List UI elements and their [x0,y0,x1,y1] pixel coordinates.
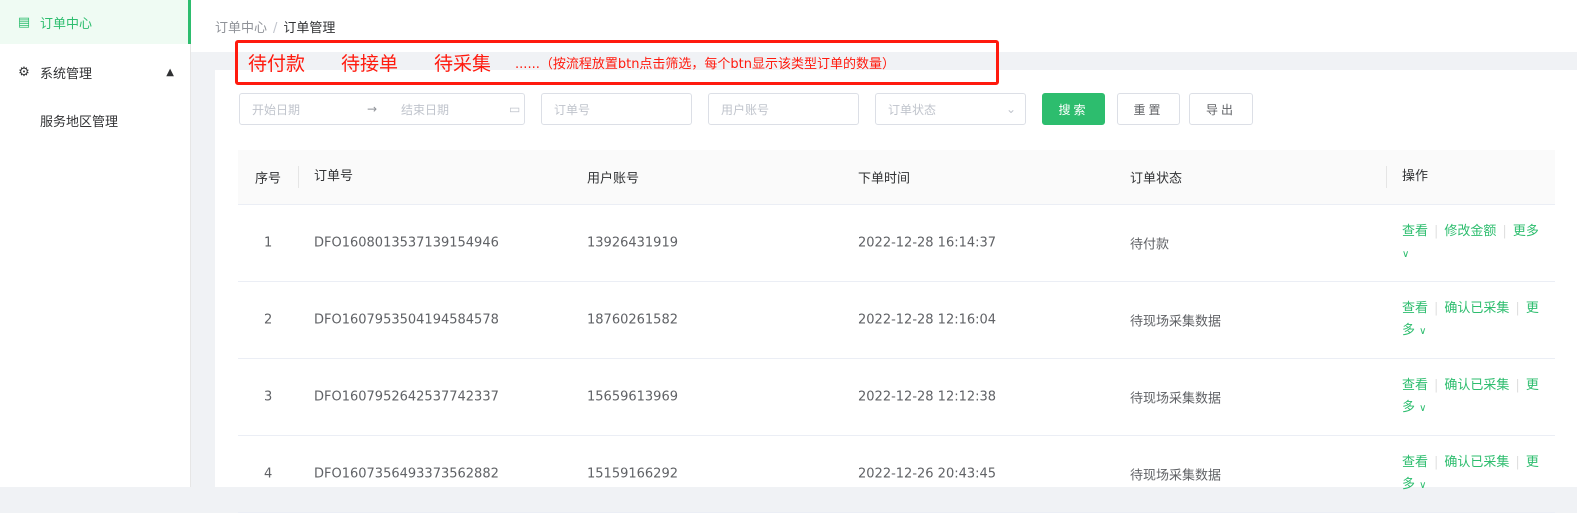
cell-account: 15659613969 [587,389,678,405]
end-date-input[interactable]: 结束日期 [401,101,509,118]
annotation-note: ......（按流程放置btn点击筛选，每个btn显示该类型订单的数量） [515,57,896,72]
confirm-collected-link[interactable]: 确认已采集 [1444,455,1509,470]
row-actions: 查看 | 确认已采集 | 更多 ∨ [1402,452,1542,497]
view-link[interactable]: 查看 [1402,301,1428,316]
order-no-input[interactable]: 订单号 [541,93,692,125]
sidebar-item-label: 系统管理 [40,66,93,82]
export-button[interactable]: 导出 [1189,93,1253,125]
sidebar-item-label: 服务地区管理 [40,114,119,130]
sidebar-item-service-region[interactable]: 服务地区管理 [0,98,190,142]
cell-order-no: DFO1607953504194584578 [314,312,499,328]
chevron-down-icon: ∨ [1419,480,1427,491]
calendar-icon: ▭ [509,102,521,116]
view-link[interactable]: 查看 [1402,455,1428,470]
confirm-collected-link[interactable]: 确认已采集 [1444,378,1509,393]
breadcrumb-item[interactable]: 订单中心 [215,21,267,36]
view-link[interactable]: 查看 [1402,378,1428,393]
header-status: 订单状态 [1130,171,1183,187]
annotation-pending-payment: 待付款 [248,53,306,75]
divider: | [1515,455,1520,470]
cell-index: 4 [264,466,273,482]
cell-index: 1 [264,235,273,251]
cell-time: 2022-12-28 16:14:37 [858,235,997,251]
cell-account: 13926431919 [587,235,678,251]
chevron-down-icon: ∨ [1419,326,1427,337]
divider: | [1434,224,1439,239]
cell-status: 待付款 [1130,237,1170,253]
table-row: 4 DFO1607356493373562882 15159166292 202… [238,436,1555,513]
divider: | [1515,301,1520,316]
row-actions: 查看 | 确认已采集 | 更多 ∨ [1402,298,1542,343]
chevron-down-icon: ∨ [1402,249,1410,260]
cell-status: 待现场采集数据 [1130,314,1222,330]
cell-account: 15159166292 [587,466,678,482]
row-actions: 查看 | 修改金额 | 更多 ∨ [1402,221,1542,266]
divider: | [1434,301,1439,316]
cell-order-no: DFO1607952642537742337 [314,389,499,405]
cell-time: 2022-12-28 12:12:38 [858,389,997,405]
annotation-box: 待付款 待接单 待采集 ......（按流程放置btn点击筛选，每个btn显示该… [235,40,999,85]
cell-time: 2022-12-28 12:16:04 [858,312,997,328]
divider: | [1502,224,1507,239]
arrow-right-icon: → [367,102,378,116]
search-button[interactable]: 搜索 [1042,93,1105,125]
reset-button[interactable]: 重置 [1117,93,1180,125]
sidebar-item-system[interactable]: ⚙ 系统管理 ▲ [0,50,190,94]
chevron-up-icon: ▲ [166,66,174,78]
annotation-pending-accept: 待接单 [341,53,399,75]
table-row: 1 DFO1608013537139154946 13926431919 202… [238,205,1555,282]
chevron-down-icon: ⌄ [1006,102,1017,116]
divider: | [1434,455,1439,470]
date-range-picker[interactable]: 开始日期 → 结束日期 ▭ [239,93,525,125]
table-row: 2 DFO1607953504194584578 18760261582 202… [238,282,1555,359]
confirm-collected-link[interactable]: 确认已采集 [1444,301,1509,316]
header-time: 下单时间 [858,171,911,187]
header-account: 用户账号 [587,171,640,187]
cell-status: 待现场采集数据 [1130,468,1222,484]
order-status-select[interactable]: 订单状态 ⌄ [875,93,1026,125]
divider: | [1515,378,1520,393]
header-index: 序号 [255,171,282,187]
cell-account: 18760261582 [587,312,678,328]
cell-status: 待现场采集数据 [1130,391,1222,407]
user-account-input[interactable]: 用户账号 [708,93,859,125]
orders-table: 序号 订单号 用户账号 下单时间 订单状态 操作 1 DFO1608013537… [238,150,1555,513]
cell-order-no: DFO1608013537139154946 [314,235,499,251]
sidebar: ▤ 订单中心 ⚙ 系统管理 ▲ 服务地区管理 [0,0,191,487]
sidebar-item-order-center[interactable]: ▤ 订单中心 [0,0,191,44]
row-actions: 查看 | 确认已采集 | 更多 ∨ [1402,375,1542,420]
order-status-placeholder: 订单状态 [888,102,937,117]
breadcrumb: 订单中心 / 订单管理 [215,21,336,36]
view-link[interactable]: 查看 [1402,224,1428,239]
cell-index: 3 [264,389,273,405]
document-icon: ▤ [17,14,31,30]
cell-index: 2 [264,312,273,328]
start-date-input[interactable]: 开始日期 [252,101,367,118]
annotation-pending-collect: 待采集 [434,53,492,75]
gear-icon: ⚙ [18,64,30,80]
cell-order-no: DFO1607356493373562882 [314,466,499,482]
header-actions: 操作 [1386,166,1428,188]
chevron-down-icon: ∨ [1419,403,1427,414]
header-order-no: 订单号 [298,166,353,188]
more-label: 更多 [1512,224,1539,239]
table-row: 3 DFO1607952642537742337 15659613969 202… [238,359,1555,436]
sidebar-item-label: 订单中心 [40,16,93,32]
divider: | [1434,378,1439,393]
table-header: 序号 订单号 用户账号 下单时间 订单状态 操作 [238,150,1555,205]
cell-time: 2022-12-26 20:43:45 [858,466,997,482]
edit-amount-link[interactable]: 修改金额 [1444,224,1496,239]
breadcrumb-current: 订单管理 [283,21,336,36]
